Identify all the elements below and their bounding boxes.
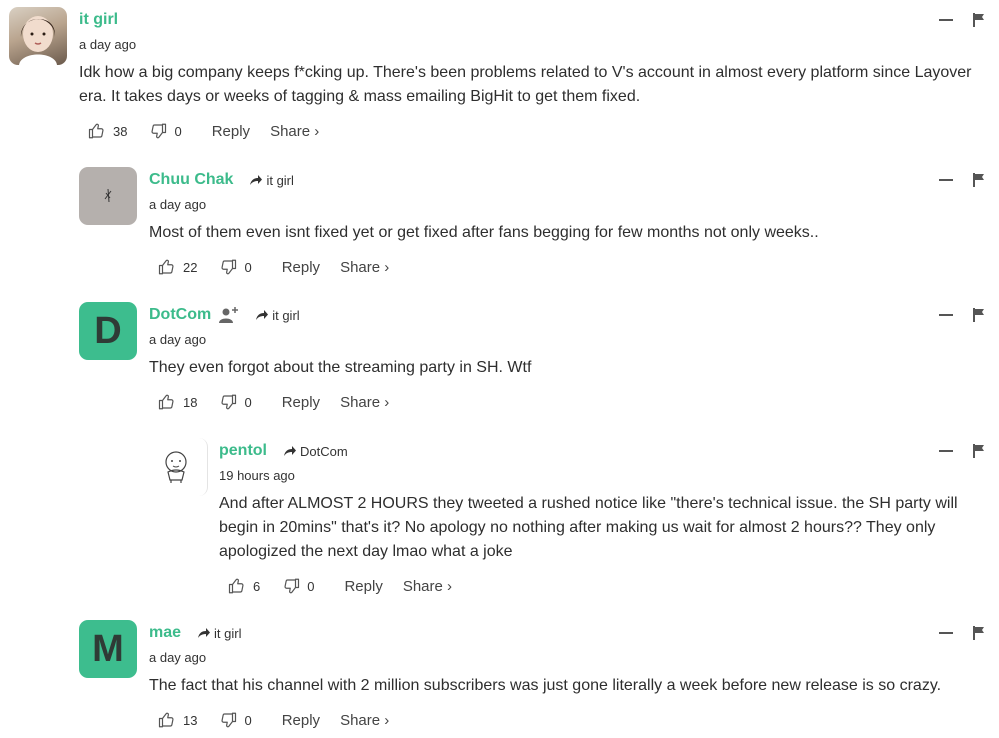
comment-actions: 18 0 Reply Share › — [149, 390, 985, 414]
comment-text: Idk how a big company keeps f*cking up. … — [79, 64, 972, 105]
cartoon-character-icon — [165, 451, 187, 483]
comment-timestamp[interactable]: 19 hours ago — [219, 464, 985, 488]
downvote-count: 0 — [307, 578, 315, 594]
downvote-button[interactable]: 0 — [219, 258, 252, 276]
thumbs-up-icon — [88, 123, 104, 139]
comment-text: The fact that his channel with 2 million… — [149, 677, 942, 694]
thumbs-down-icon — [284, 578, 300, 594]
share-button[interactable]: Share › — [340, 712, 389, 729]
upvote-button[interactable]: 38 — [88, 122, 127, 140]
comment-actions: 6 0 Reply Share › — [219, 574, 985, 598]
avatar-initial: D — [94, 309, 122, 352]
thumbs-up-icon — [228, 578, 244, 594]
collapse-button[interactable] — [939, 450, 953, 452]
comment-timestamp[interactable]: a day ago — [149, 193, 985, 217]
thumbs-up-icon — [158, 712, 174, 728]
reply-arrow-icon — [198, 628, 211, 638]
share-button[interactable]: Share › — [403, 578, 452, 595]
comment-text: Most of them even isnt fixed yet or get … — [149, 224, 819, 241]
reply-to-link[interactable]: it girl — [255, 307, 300, 323]
reply-to-name: it girl — [266, 172, 294, 188]
reply-arrow-icon — [256, 310, 269, 320]
flag-icon[interactable] — [973, 308, 985, 322]
comment-text: They even forgot about the streaming par… — [149, 359, 532, 376]
flag-icon[interactable] — [973, 13, 985, 27]
upvote-count: 38 — [113, 123, 128, 139]
share-button[interactable]: Share › — [340, 259, 389, 276]
reply-button[interactable]: Reply — [212, 123, 250, 140]
thumbs-down-icon — [221, 394, 237, 410]
comment-author[interactable]: DotCom — [149, 306, 211, 324]
upvote-button[interactable]: 18 — [158, 393, 197, 411]
comment-timestamp[interactable]: a day ago — [79, 33, 985, 57]
comment-timestamp[interactable]: a day ago — [149, 646, 985, 670]
follow-user-icon[interactable] — [219, 306, 239, 324]
comment-actions: 13 0 Reply Share › — [149, 708, 985, 732]
downvote-button[interactable]: 0 — [149, 122, 182, 140]
comment-actions: 38 0 Reply Share › — [79, 119, 985, 143]
avatar[interactable]: D — [79, 302, 137, 360]
comment-author[interactable]: mae — [149, 624, 181, 642]
comment-author[interactable]: Chuu Chak — [149, 171, 233, 189]
upvote-button[interactable]: 13 — [158, 711, 197, 729]
reply-to-name: DotCom — [300, 443, 348, 459]
downvote-count: 0 — [244, 394, 252, 410]
collapse-button[interactable] — [939, 632, 953, 634]
share-button[interactable]: Share › — [270, 123, 319, 140]
comment-actions: 22 0 Reply Share › — [149, 255, 985, 279]
reply-button[interactable]: Reply — [282, 394, 320, 411]
upvote-count: 18 — [183, 394, 198, 410]
flag-icon[interactable] — [973, 444, 985, 458]
reply-to-name: it girl — [214, 625, 242, 641]
comment-author[interactable]: pentol — [219, 442, 267, 460]
flag-icon[interactable] — [973, 626, 985, 640]
avatar[interactable] — [149, 438, 208, 496]
downvote-count: 0 — [174, 123, 182, 139]
user-photo-icon — [19, 16, 57, 65]
downvote-button[interactable]: 0 — [219, 393, 252, 411]
downvote-button[interactable]: 0 — [219, 711, 252, 729]
reply-arrow-icon — [284, 446, 296, 456]
reply-to-name: it girl — [272, 307, 300, 323]
avatar[interactable] — [9, 7, 67, 65]
comment-text: And after ALMOST 2 HOURS they tweeted a … — [219, 495, 958, 560]
sketch-mark-icon — [104, 188, 112, 203]
thumbs-up-icon — [158, 394, 174, 410]
downvote-count: 0 — [244, 259, 252, 275]
avatar[interactable] — [79, 167, 137, 225]
avatar[interactable]: M — [79, 620, 137, 678]
upvote-count: 22 — [183, 259, 198, 275]
upvote-count: 6 — [253, 578, 261, 594]
reply-button[interactable]: Reply — [282, 712, 320, 729]
flag-icon[interactable] — [973, 173, 985, 187]
thumbs-down-icon — [221, 259, 237, 275]
avatar-initial: M — [92, 627, 124, 670]
comment-timestamp[interactable]: a day ago — [149, 328, 985, 352]
reply-to-link[interactable]: DotCom — [283, 444, 348, 459]
collapse-button[interactable] — [939, 19, 953, 21]
reply-to-link[interactable]: it girl — [197, 626, 241, 641]
thumbs-down-icon — [151, 123, 167, 139]
downvote-count: 0 — [244, 712, 252, 728]
collapse-button[interactable] — [939, 314, 953, 316]
reply-button[interactable]: Reply — [282, 259, 320, 276]
reply-button[interactable]: Reply — [344, 578, 382, 595]
reply-to-link[interactable]: it girl — [249, 172, 294, 188]
upvote-button[interactable]: 6 — [228, 577, 260, 595]
share-button[interactable]: Share › — [340, 394, 389, 411]
upvote-button[interactable]: 22 — [158, 258, 197, 276]
collapse-button[interactable] — [939, 179, 953, 181]
downvote-button[interactable]: 0 — [282, 577, 314, 595]
comment-author[interactable]: it girl — [79, 11, 118, 29]
reply-arrow-icon — [250, 175, 263, 185]
thumbs-down-icon — [221, 712, 237, 728]
thumbs-up-icon — [158, 259, 174, 275]
upvote-count: 13 — [183, 712, 198, 728]
